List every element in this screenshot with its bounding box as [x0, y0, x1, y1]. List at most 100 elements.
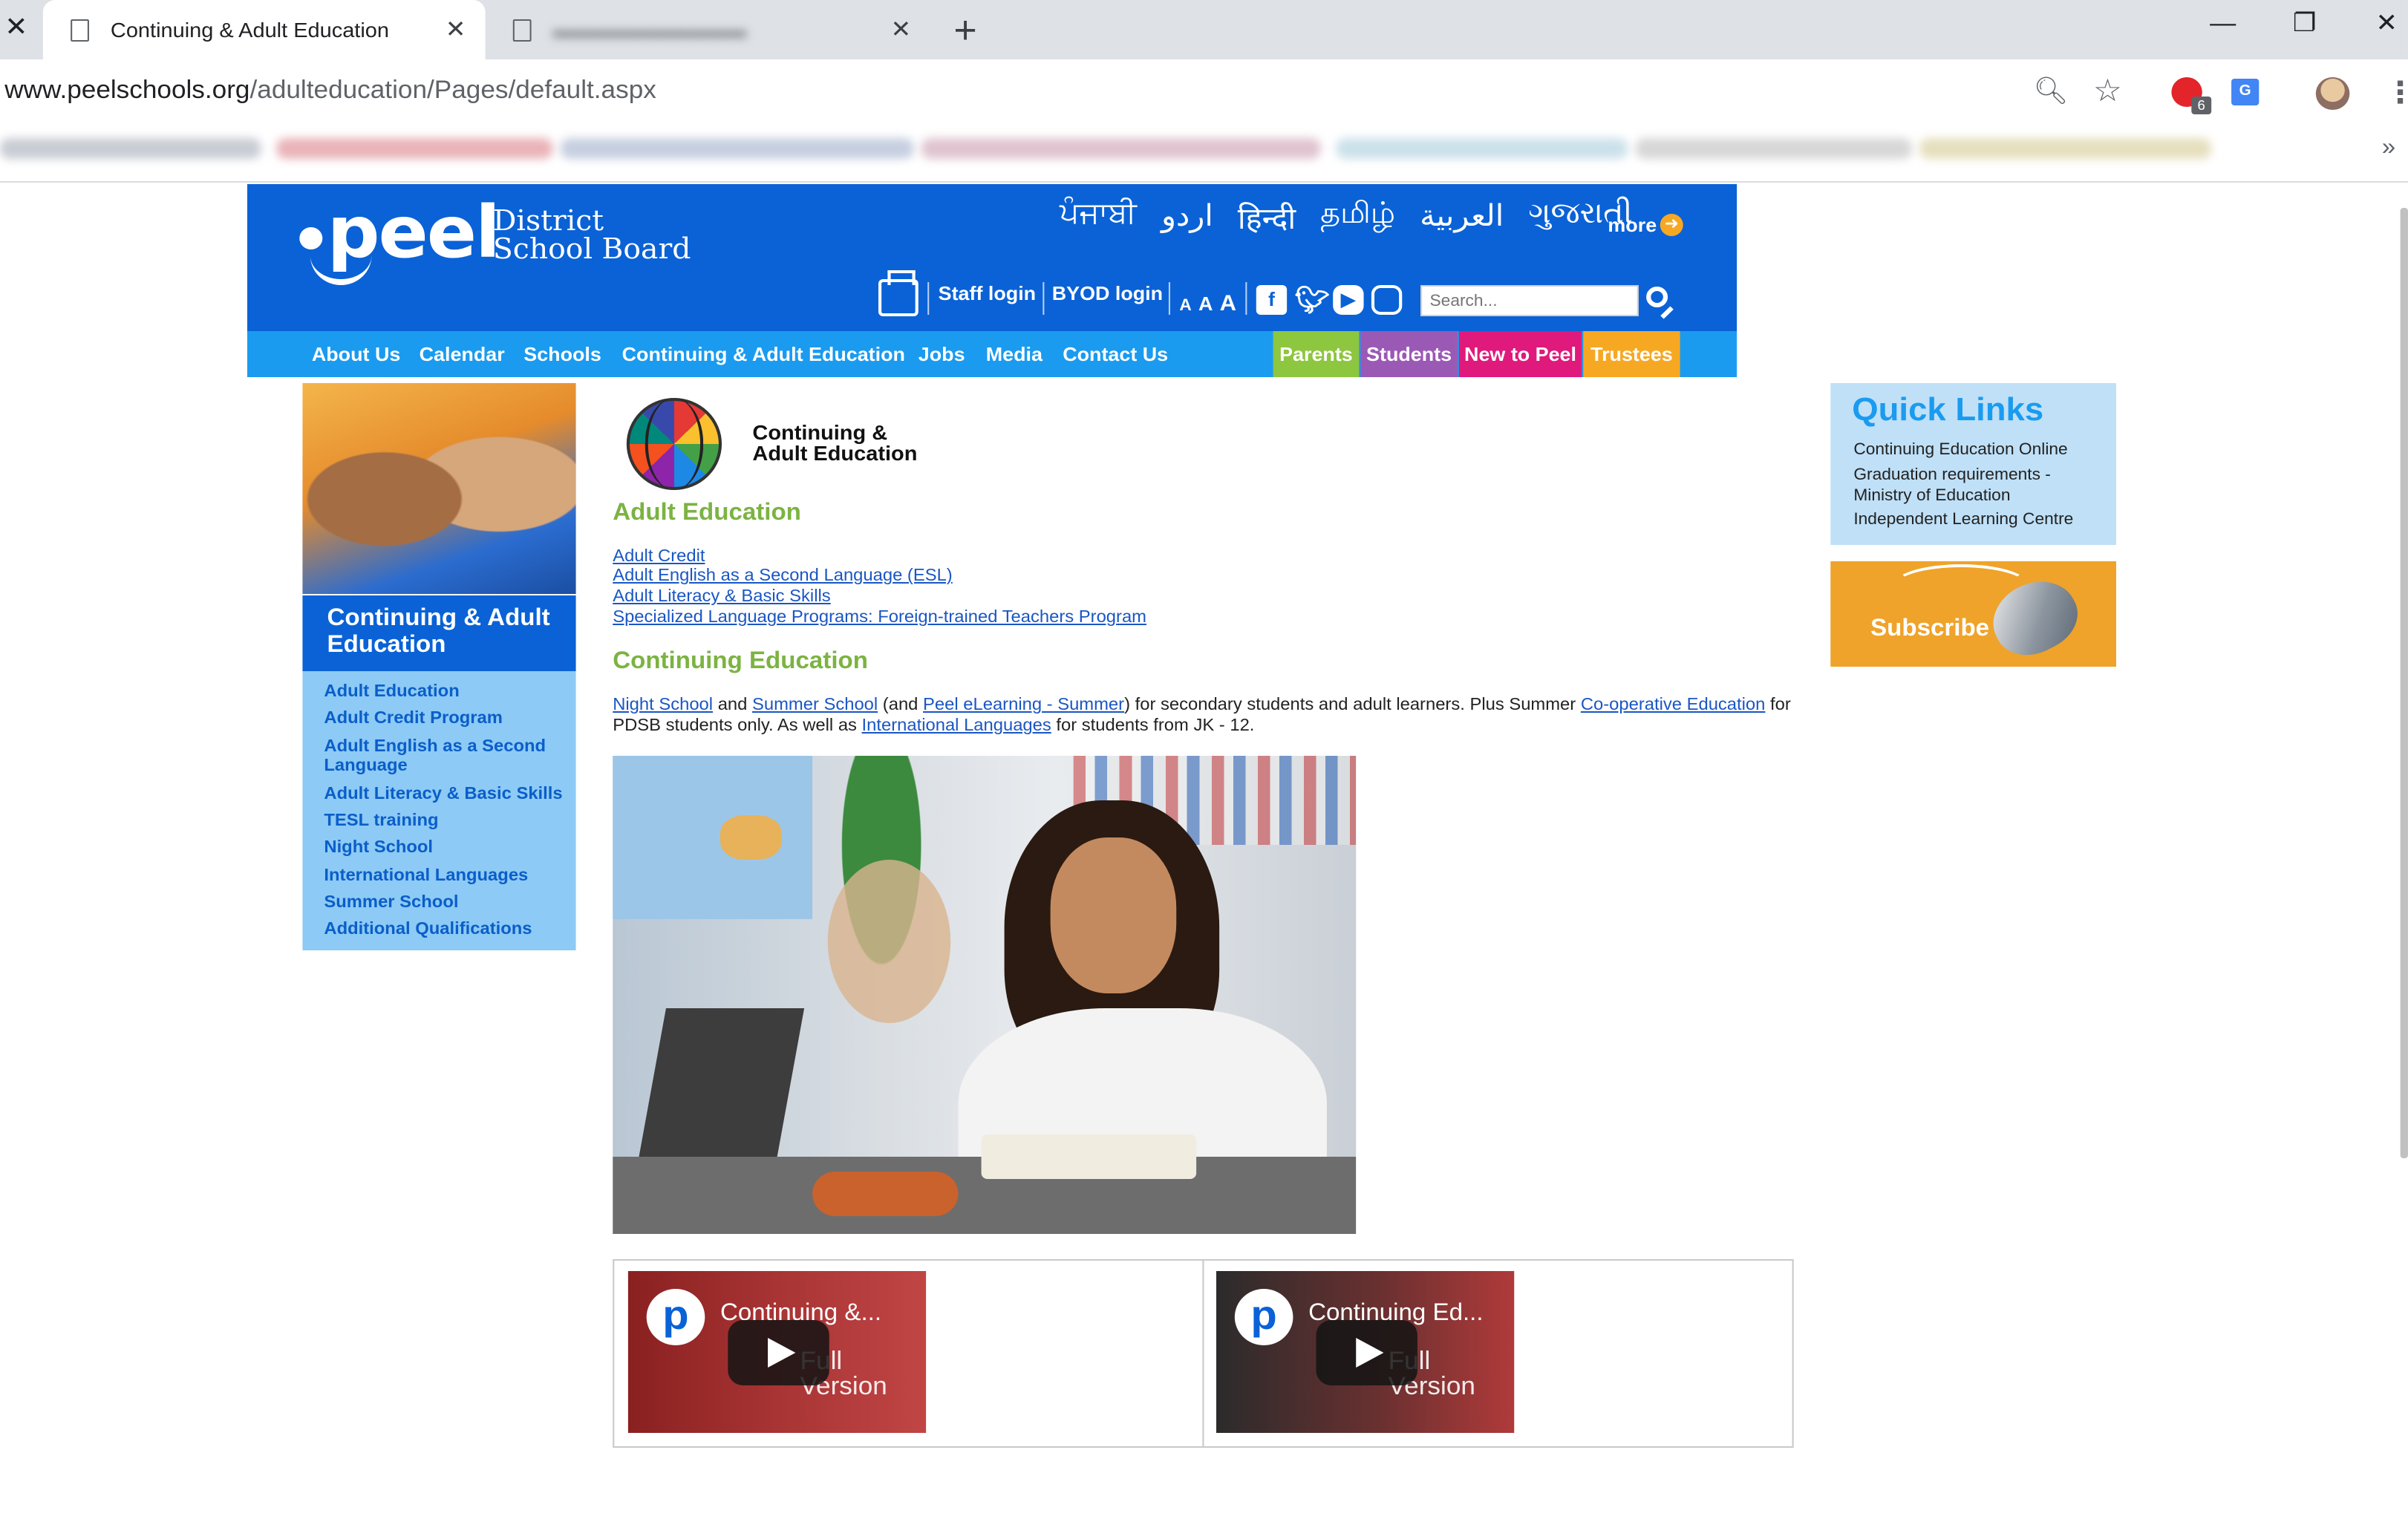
browser-window: ✕ Continuing & Adult Education ✕ ▬▬▬▬▬▬▬… [0, 0, 2408, 1522]
language-links: ਪੰਜਾਬੀ اردو हिन्दी தமிழ் العربية ગુજરાતી [1060, 197, 1632, 238]
link-coop-education[interactable]: Co-operative Education [1581, 696, 1766, 714]
close-icon[interactable]: ✕ [446, 15, 466, 45]
para-text: and [713, 696, 752, 714]
extension-badge: 6 [2191, 97, 2212, 114]
restore-icon[interactable]: ❐ [2293, 9, 2317, 39]
sidebar-item-additional-qualifications[interactable]: Additional Qualifications [324, 921, 570, 940]
hero-photo [613, 756, 1357, 1234]
lang-punjabi[interactable]: ਪੰਜਾਬੀ [1060, 197, 1137, 238]
address-bar[interactable]: www.peelschools.org/adulteducation/Pages… [0, 59, 2408, 126]
video-thumbnail[interactable]: p Continuing Ed... FullVersion [1216, 1271, 1515, 1433]
tab-title-blurred: ▬▬▬▬▬▬▬▬▬ [552, 18, 747, 42]
channel-logo: p [646, 1289, 705, 1345]
bookmark-item[interactable] [1635, 138, 1912, 159]
chevron-right-icon[interactable]: » [2382, 135, 2395, 162]
facebook-icon[interactable]: f [1256, 285, 1288, 315]
page-icon [512, 19, 532, 41]
bookmark-item[interactable] [276, 138, 553, 159]
link-peel-elearning[interactable]: Peel eLearning - Summer [923, 696, 1124, 714]
star-icon[interactable]: ☆ [2093, 73, 2122, 110]
video-thumbnail[interactable]: p Continuing &... FullVersion [627, 1271, 927, 1433]
para-text: ) for secondary students and adult learn… [1124, 696, 1581, 714]
nav-jobs[interactable]: Jobs [919, 343, 965, 365]
sidebar-item-adult-literacy[interactable]: Adult Literacy & Basic Skills [324, 786, 570, 805]
bookmark-item[interactable] [1919, 138, 2212, 159]
link-specialized-language-programs[interactable]: Specialized Language Programs: Foreign-t… [613, 609, 1146, 627]
link-night-school[interactable]: Night School [613, 696, 713, 714]
nav-media[interactable]: Media [986, 343, 1043, 365]
link-adult-esl[interactable]: Adult English as a Second Language (ESL) [613, 567, 953, 585]
instagram-icon[interactable] [1371, 285, 1403, 315]
sidebar-item-night-school[interactable]: Night School [324, 839, 570, 858]
divider [1168, 282, 1170, 315]
scrollbar[interactable] [2400, 208, 2408, 1158]
sidebar-item-international-languages[interactable]: International Languages [324, 867, 570, 886]
para-text: (and [878, 696, 924, 714]
adult-education-heading: Adult Education [613, 500, 801, 526]
print-icon[interactable] [878, 270, 919, 316]
twitter-icon[interactable]: 🐦︎ [1294, 285, 1329, 315]
search-input[interactable] [1420, 285, 1639, 316]
sidebar-item-adult-esl[interactable]: Adult English as a Second Language [324, 738, 570, 777]
tab-inactive[interactable]: ▬▬▬▬▬▬▬▬▬ ✕ [489, 0, 934, 59]
menu-icon[interactable]: ⋮ [2385, 74, 2408, 111]
play-icon[interactable] [1316, 1320, 1417, 1385]
staff-login-link[interactable]: Staff login [939, 282, 1036, 304]
link-summer-school[interactable]: Summer School [752, 696, 878, 714]
minimize-icon[interactable]: — [2210, 9, 2236, 39]
nav-schools[interactable]: Schools [523, 343, 601, 365]
sidebar-item-adult-credit-program[interactable]: Adult Credit Program [324, 710, 570, 729]
sidebar-item-tesl-training[interactable]: TESL training [324, 812, 570, 832]
divider [1043, 282, 1045, 315]
sidebar-item-adult-education[interactable]: Adult Education [324, 683, 570, 702]
nav-contact-us[interactable]: Contact Us [1063, 343, 1168, 365]
lang-tamil[interactable]: தமிழ் [1320, 197, 1395, 238]
lang-hindi[interactable]: हिन्दी [1238, 197, 1296, 238]
nav-about-us[interactable]: About Us [312, 343, 401, 365]
bookmark-item[interactable] [0, 138, 261, 159]
close-window-icon[interactable]: ✕ [2376, 9, 2398, 39]
nav-continuing-adult-education[interactable]: Continuing & Adult Education [622, 343, 905, 365]
bookmark-item[interactable] [560, 138, 914, 159]
audience-trustees-button[interactable]: Trustees [1583, 331, 1680, 377]
bookmark-item[interactable] [1336, 138, 1628, 159]
photo-map [613, 756, 813, 919]
quick-link-continuing-education-online[interactable]: Continuing Education Online [1853, 441, 2067, 459]
play-icon[interactable] [728, 1320, 829, 1385]
para-text: for students from JK - 12. [1051, 717, 1255, 735]
close-icon[interactable]: ✕ [891, 15, 912, 45]
translate-icon[interactable]: G [2231, 79, 2259, 105]
youtube-icon[interactable]: ▶ [1333, 285, 1364, 315]
link-adult-credit[interactable]: Adult Credit [613, 548, 705, 566]
divider [1245, 282, 1247, 315]
url-text[interactable]: www.peelschools.org/adulteducation/Pages… [4, 76, 656, 105]
text-size-small[interactable]: A [1179, 297, 1191, 315]
more-languages-link[interactable]: more [1608, 214, 1657, 236]
quick-link-independent-learning-centre[interactable]: Independent Learning Centre [1853, 511, 2073, 529]
link-adult-literacy[interactable]: Adult Literacy & Basic Skills [613, 588, 830, 606]
lang-urdu[interactable]: اردو [1161, 197, 1213, 238]
quick-link-graduation-requirements[interactable]: Graduation requirements - [1853, 466, 2051, 484]
divider [927, 282, 930, 315]
search-icon[interactable] [1646, 287, 1668, 307]
tab-title: Continuing & Adult Education [110, 18, 389, 42]
tab-active[interactable]: Continuing & Adult Education ✕ [42, 0, 486, 59]
continuing-education-heading: Continuing Education [613, 649, 868, 674]
text-size-large[interactable]: A [1220, 291, 1236, 316]
close-icon[interactable]: ✕ [4, 12, 27, 43]
audience-new-to-peel-button[interactable]: New to Peel [1458, 331, 1582, 377]
nav-calendar[interactable]: Calendar [420, 343, 505, 365]
arrow-right-icon[interactable]: ➜ [1660, 214, 1683, 236]
new-tab-icon[interactable]: + [953, 7, 976, 53]
sidebar-item-summer-school[interactable]: Summer School [324, 894, 570, 913]
byod-login-link[interactable]: BYOD login [1052, 282, 1163, 304]
profile-avatar[interactable] [2315, 77, 2350, 110]
bookmark-item[interactable] [921, 138, 1321, 159]
zoom-icon[interactable]: 🔍︎ [2033, 76, 2068, 107]
quick-link-ministry-of-education[interactable]: Ministry of Education [1853, 487, 2010, 505]
audience-parents-button[interactable]: Parents [1273, 331, 1360, 377]
link-international-languages[interactable]: International Languages [862, 717, 1051, 735]
lang-arabic[interactable]: العربية [1420, 197, 1504, 238]
audience-students-button[interactable]: Students [1360, 331, 1458, 377]
text-size-medium[interactable]: A [1198, 293, 1213, 315]
